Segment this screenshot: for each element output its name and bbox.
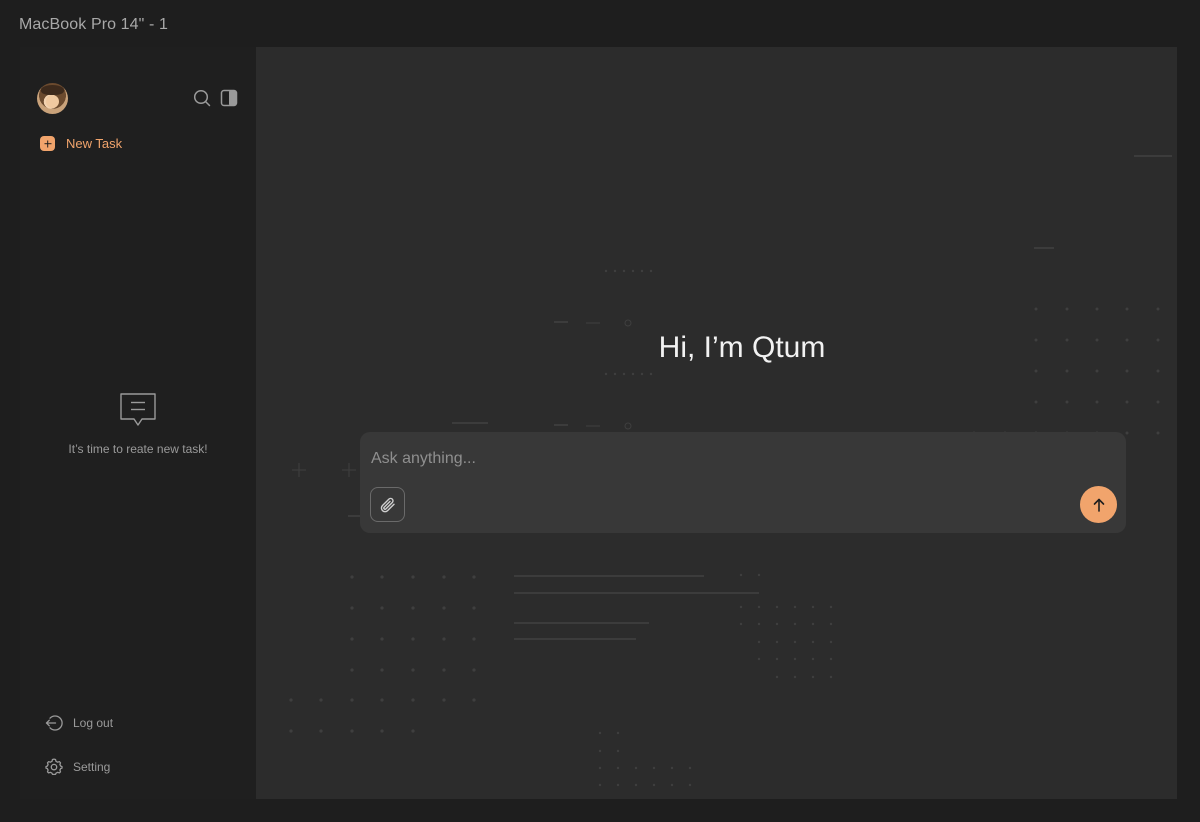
attach-button[interactable] (370, 487, 405, 522)
setting-label: Setting (73, 760, 111, 774)
avatar-face (46, 95, 59, 108)
send-button[interactable] (1080, 486, 1117, 523)
gear-icon (45, 758, 63, 775)
greeting-heading: Hi, I’m Qtum (658, 331, 826, 364)
empty-state: It’s time to reate new task! (20, 392, 256, 456)
app-window: New Task It’s time to reate new task! Lo… (20, 47, 1177, 799)
sidebar-toggle-icon (220, 89, 238, 107)
paperclip-icon (380, 497, 395, 512)
main-panel: Hi, I’m Qtum (256, 47, 1177, 799)
frame-title: MacBook Pro 14" - 1 (19, 16, 168, 33)
chat-input-box (360, 432, 1126, 533)
sidebar: New Task It’s time to reate new task! Lo… (20, 47, 256, 799)
empty-state-message: It’s time to reate new task! (68, 442, 208, 456)
new-task-button[interactable]: New Task (40, 136, 122, 151)
logout-button[interactable]: Log out (45, 714, 113, 732)
plus-icon (40, 136, 55, 151)
sidebar-toggle-button[interactable] (220, 89, 238, 107)
chat-input[interactable] (369, 446, 973, 472)
logout-icon (45, 715, 63, 731)
avatar-hat (41, 85, 64, 95)
chat-bubble-icon (120, 393, 156, 426)
search-icon (193, 89, 211, 107)
search-button[interactable] (193, 89, 211, 107)
user-avatar[interactable] (37, 83, 68, 114)
arrow-up-icon (1093, 498, 1104, 512)
setting-button[interactable]: Setting (45, 758, 110, 776)
new-task-label: New Task (66, 136, 123, 151)
logout-label: Log out (73, 716, 114, 730)
background-pattern (289, 155, 1172, 787)
